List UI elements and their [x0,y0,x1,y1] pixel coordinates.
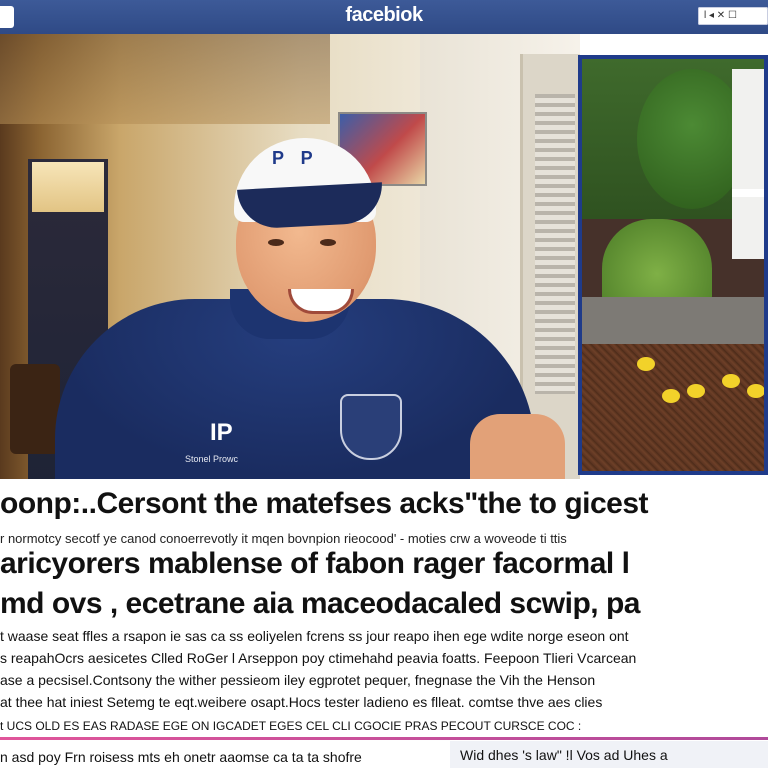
person-figure: P P IP Stonel Prowc [0,34,580,479]
inset-photo[interactable] [578,55,768,475]
top-bar: facebiok l ◂ ✕ ☐ [0,0,768,34]
inset-large-shrub [637,69,747,209]
inset-flower [747,384,764,398]
body-line: t waase seat ffles a rsapon ie sas ca ss… [0,628,629,644]
inset-house-wall [732,69,764,259]
shirt-logo: IP [210,419,233,446]
window-controls[interactable]: l ◂ ✕ ☐ [698,7,768,25]
cap-logo: P P [272,148,319,168]
shirt-crest [340,394,402,460]
headline-line-1[interactable]: oonp:..Cersont the matefses acks"the to … [0,487,768,521]
shirt-embroidery-text: Stonel Prowc [185,454,239,464]
body-line: at thee hat iniest Setemg te eqt.weibere… [0,694,603,710]
body-line: ase a pecsisel.Contsony the wither pessi… [0,672,596,688]
headline-line-2[interactable]: aricyorers mablense of fabon rager facor… [0,547,768,581]
inset-mulch-bed [582,344,764,471]
right-eye [320,239,336,246]
inset-porch-rail [732,189,764,197]
article-body: oonp:..Cersont the matefses acks"the to … [0,479,768,768]
comment-text[interactable]: Wid dhes 's law" !l Vos ad Uhes a [460,747,668,763]
headline-line-3[interactable]: md ovs , ecetrane aia maceodacaled scwip… [0,587,768,621]
body-line-caps: t UCS OLD ES EAS RADASE EGE ON IGCADET E… [0,719,582,733]
inset-flower [637,357,655,371]
inset-walkway [582,297,764,347]
footer-text: n asd poy Frn roisess mts eh onetr aaoms… [0,749,362,765]
person-arm [470,414,565,479]
subheadline: r normotcy secotf ye canod conoerrevotly… [0,531,567,546]
left-eye [268,239,284,246]
main-photo[interactable]: P P IP Stonel Prowc [0,34,580,479]
body-line: s reapahOcrs aesicetes Clled RoGer l Ars… [0,650,637,666]
inset-flower [722,374,740,388]
divider-line [0,737,768,740]
inset-flower [662,389,680,403]
site-logo[interactable]: facebiok [0,0,768,30]
window-controls-label: l ◂ ✕ ☐ [704,10,737,21]
inset-flower [687,384,705,398]
